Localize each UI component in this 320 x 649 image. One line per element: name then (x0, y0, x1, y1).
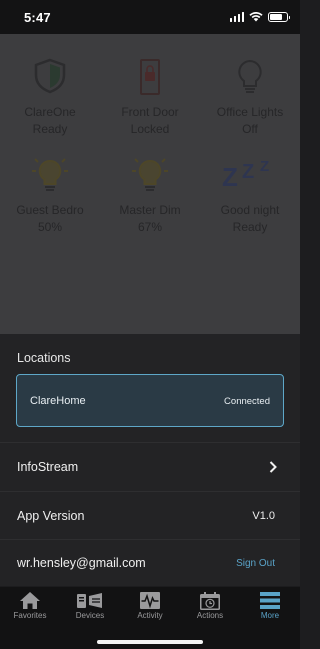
tile-front-door[interactable]: Front Door Locked (100, 46, 200, 136)
wifi-icon (249, 12, 263, 22)
tile-master-dim[interactable]: Master Dim 67% (100, 144, 200, 234)
status-icons (229, 12, 290, 22)
app-version-value: V1.0 (252, 510, 275, 522)
tile-status: Locked (130, 122, 170, 136)
app-version-label: App Version (17, 509, 85, 523)
tile-good-night[interactable]: Z Z Z Good night Ready (200, 144, 300, 234)
tile-name: ClareOne (24, 105, 76, 119)
infostream-row[interactable]: InfoStream (0, 443, 300, 491)
tab-activity[interactable]: Activity (120, 587, 180, 629)
location-card[interactable]: ClareHome Connected (16, 374, 284, 427)
locations-title: Locations (17, 351, 71, 365)
tile-clareone[interactable]: ClareOne Ready (0, 46, 100, 136)
status-time: 5:47 (24, 10, 51, 25)
tile-status: Ready (32, 122, 68, 136)
account-row: wr.hensley@gmail.com Sign Out (0, 540, 300, 586)
location-name: ClareHome (30, 395, 86, 407)
battery-fill (270, 14, 282, 20)
door-lock-icon (140, 59, 160, 95)
tile-name: Office Lights (216, 105, 284, 119)
home-indicator (97, 640, 203, 644)
tab-label: Activity (137, 611, 163, 620)
battery-icon (268, 12, 290, 22)
tab-more[interactable]: More (240, 587, 300, 629)
shield-icon (34, 58, 66, 94)
tab-label: Actions (196, 611, 224, 620)
lightbulb-icon (132, 158, 168, 191)
tile-status: 50% (37, 220, 63, 234)
lightbulb-icon (238, 59, 262, 93)
tab-label: More (260, 611, 280, 620)
account-email: wr.hensley@gmail.com (17, 556, 146, 570)
svg-text:Z: Z (260, 158, 269, 175)
tile-name: Master Dim (119, 203, 181, 217)
tab-devices[interactable]: Devices (60, 587, 120, 629)
calendar-clock-icon (200, 592, 220, 610)
tile-status: Ready (232, 220, 268, 234)
chevron-right-icon (269, 461, 277, 473)
svg-text:Z: Z (242, 161, 254, 183)
favorites-grid-overlay: ClareOne Ready Front Door Locked Office … (0, 34, 300, 334)
cellular-signal-icon (229, 12, 244, 22)
tile-status: 67% (137, 220, 163, 234)
tab-actions[interactable]: Actions (180, 587, 240, 629)
more-sheet: Locations ClareHome Connected InfoStream… (0, 334, 300, 586)
status-bar: 5:47 (0, 0, 300, 34)
tile-name: Good night (220, 203, 280, 217)
menu-icon (260, 592, 280, 609)
devices-icon (77, 593, 102, 608)
svg-text:Z: Z (222, 162, 238, 192)
tab-label: Devices (75, 611, 105, 620)
location-status: Connected (224, 396, 270, 407)
tab-label: Favorites (13, 611, 47, 620)
tile-status: Off (242, 122, 258, 136)
home-icon (20, 592, 40, 609)
tile-guest-bedroom[interactable]: Guest Bedro 50% (0, 144, 100, 234)
tile-name: Front Door (121, 105, 179, 119)
sign-out-button[interactable]: Sign Out (236, 558, 275, 569)
tile-office-lights[interactable]: Office Lights Off (200, 46, 300, 136)
tile-name: Guest Bedro (16, 203, 84, 217)
activity-icon (140, 592, 160, 609)
infostream-label: InfoStream (17, 460, 79, 474)
sleep-icon: Z Z Z (222, 158, 269, 192)
lightbulb-icon (32, 158, 68, 191)
app-version-row: App Version V1.0 (0, 492, 300, 539)
tab-favorites[interactable]: Favorites (0, 587, 60, 629)
